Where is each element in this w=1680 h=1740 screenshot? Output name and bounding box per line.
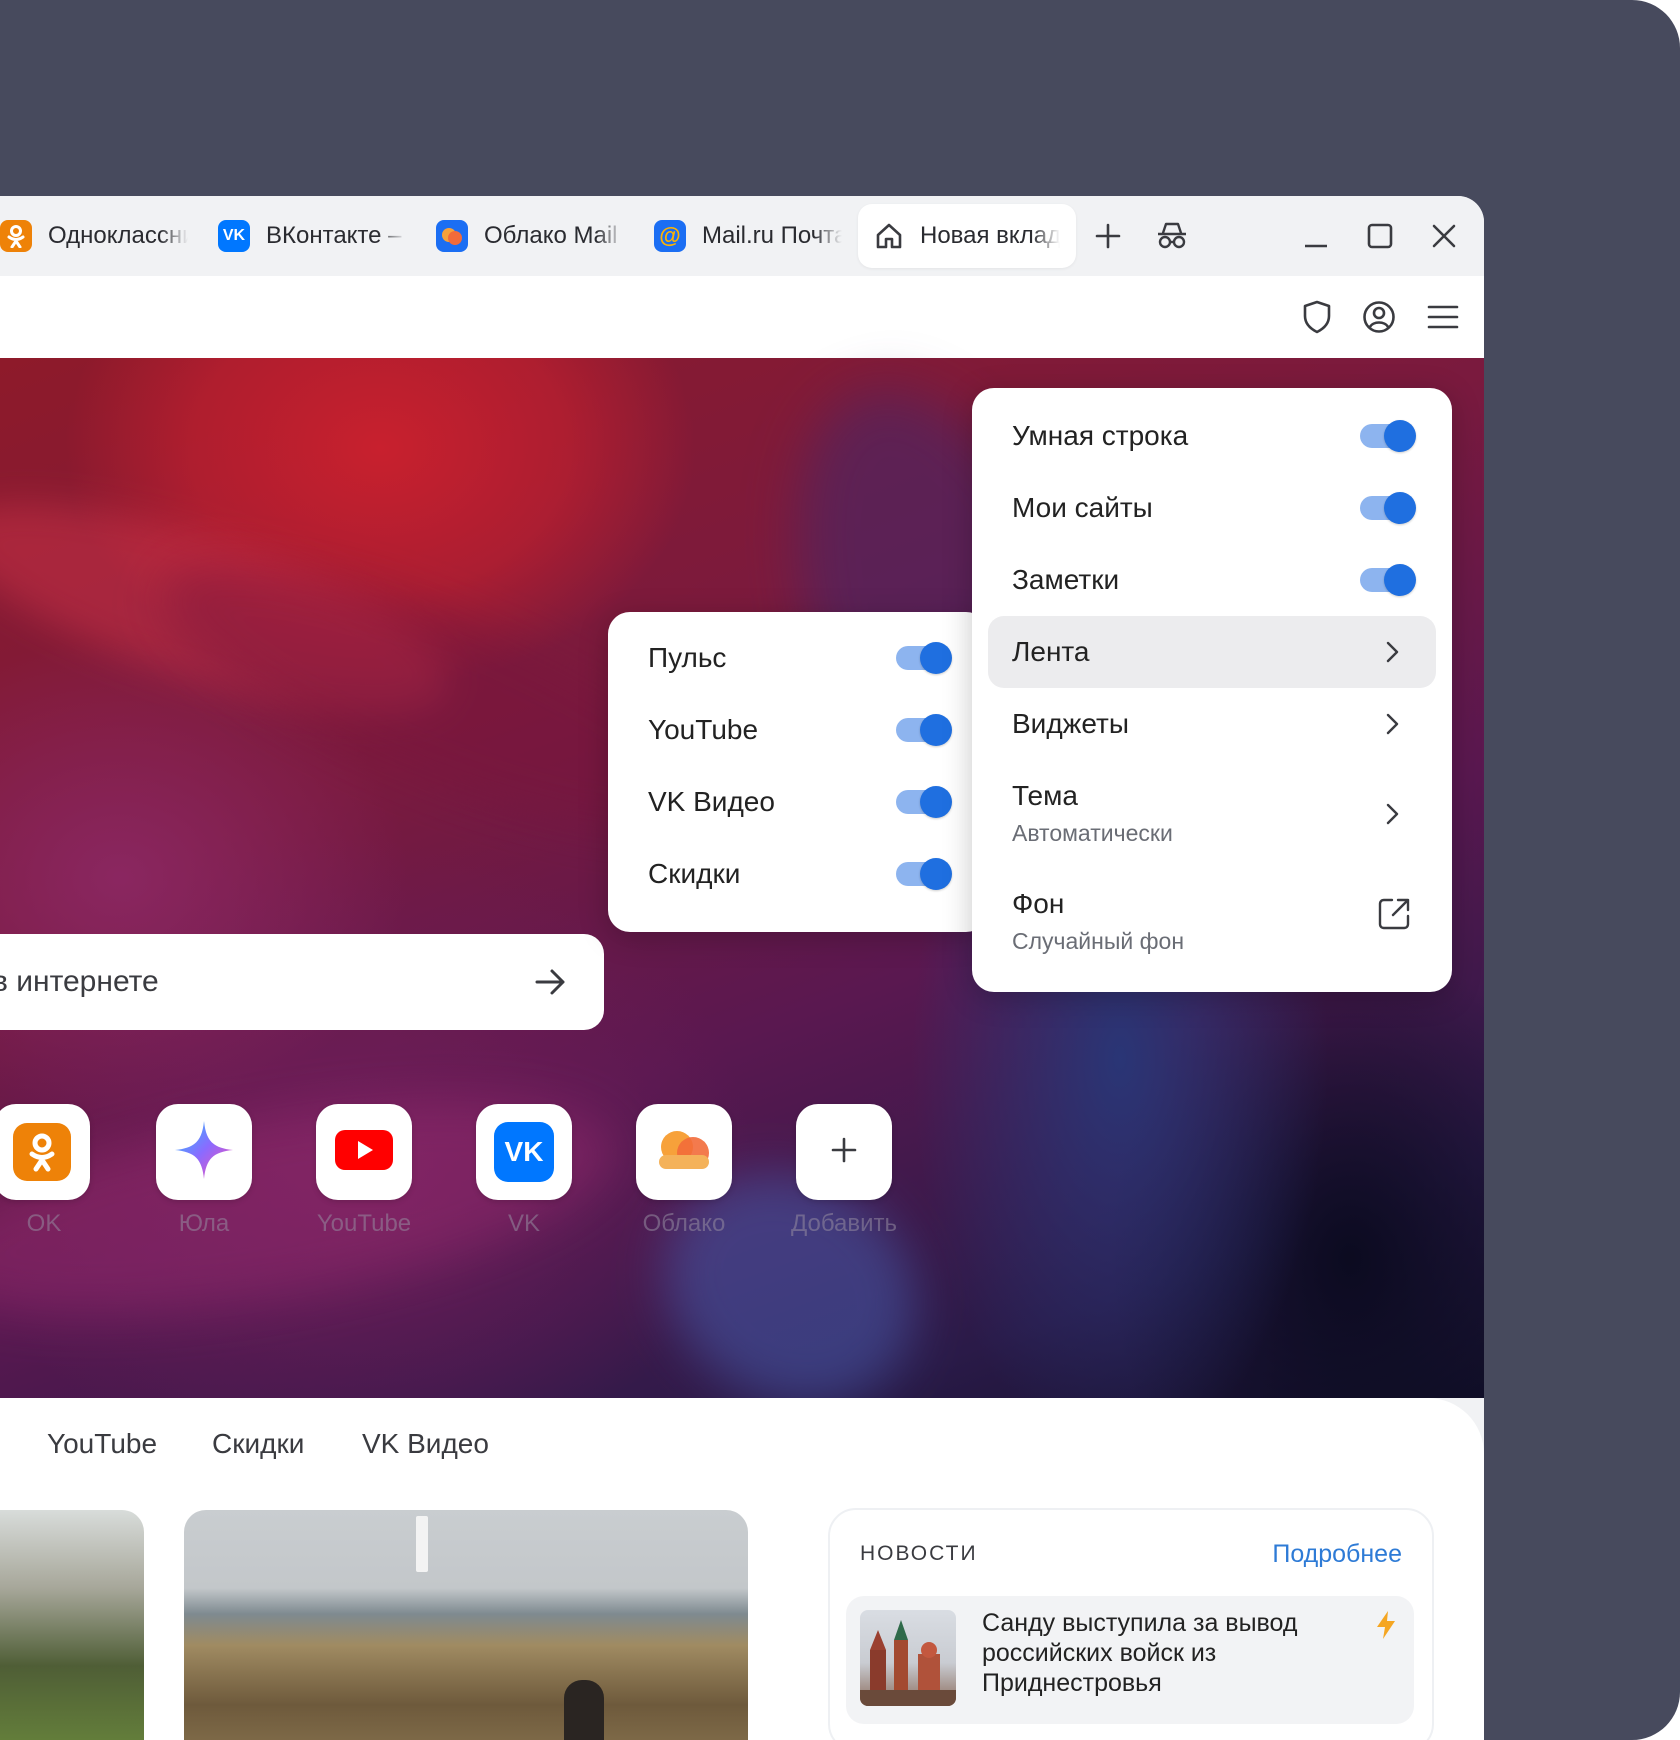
- feed-tab-discounts[interactable]: Скидки: [212, 1428, 304, 1460]
- feed-card-image[interactable]: [0, 1510, 144, 1740]
- menu-icon[interactable]: [1422, 296, 1464, 338]
- youtube-toggle[interactable]: [896, 714, 952, 746]
- menu-item-youtube[interactable]: YouTube: [608, 694, 988, 766]
- cloud-icon: [653, 1125, 715, 1180]
- cloud-icon: [436, 220, 468, 252]
- shortcut-label: OK: [26, 1210, 62, 1237]
- feed-section: YouTube Скидки VK Видео НОВОСТИ Подробне…: [0, 1398, 1484, 1740]
- incognito-icon[interactable]: [1152, 216, 1192, 256]
- news-headline: Санду выступила за вывод российских войс…: [982, 1609, 1298, 1697]
- shortcut-label: YouTube: [316, 1210, 412, 1237]
- tab-odnoklassniki[interactable]: Одноклассники: [0, 204, 188, 268]
- menu-item-smart-bar[interactable]: Умная строка: [972, 400, 1452, 472]
- home-icon: [874, 221, 904, 251]
- news-item[interactable]: Санду выступила за вывод российских войс…: [846, 1596, 1414, 1724]
- smart-bar-toggle[interactable]: [1360, 420, 1416, 452]
- profile-icon[interactable]: [1358, 296, 1400, 338]
- search-input[interactable]: в интернете: [0, 965, 159, 999]
- shortcut-add[interactable]: [796, 1104, 892, 1200]
- feed-tab-vk-video[interactable]: VK Видео: [362, 1428, 489, 1460]
- chevron-right-icon: [1386, 713, 1399, 735]
- settings-menu: Умная строка Мои сайты Заметки Лента Вид…: [972, 388, 1452, 992]
- news-more-link[interactable]: Подробнее: [1272, 1540, 1402, 1569]
- backdrop: Одноклассники VK ВКонтакте – Облако Mail…: [0, 0, 1680, 1740]
- shortcut-label: VK: [507, 1210, 540, 1237]
- new-tab-plus-icon[interactable]: [1088, 216, 1128, 256]
- shield-icon[interactable]: [1296, 296, 1338, 338]
- menu-item-background[interactable]: Фон Случайный фон: [972, 868, 1452, 976]
- shortcut-yula[interactable]: [156, 1104, 252, 1200]
- menu-item-discounts[interactable]: Скидки: [608, 838, 988, 910]
- chevron-right-icon: [1386, 641, 1399, 663]
- external-link-icon: [1378, 898, 1410, 930]
- shortcut-label: Облако: [642, 1210, 726, 1237]
- arrow-right-icon[interactable]: [530, 962, 570, 1002]
- menu-item-vk-video[interactable]: VK Видео: [608, 766, 988, 838]
- vk-video-toggle[interactable]: [896, 786, 952, 818]
- menu-item-notes[interactable]: Заметки: [972, 544, 1452, 616]
- plus-icon: [830, 1136, 858, 1169]
- menu-item-puls[interactable]: Пульс: [608, 622, 988, 694]
- tab-mail[interactable]: @ Mail.ru Почта: [654, 204, 842, 268]
- puls-toggle[interactable]: [896, 642, 952, 674]
- mail-icon: @: [654, 220, 686, 252]
- shortcut-ok[interactable]: [0, 1104, 90, 1200]
- menu-item-feed[interactable]: Лента: [988, 616, 1436, 688]
- toolbar: [0, 276, 1484, 358]
- shortcut-label: Добавить: [790, 1210, 898, 1237]
- maximize-icon[interactable]: [1360, 216, 1400, 256]
- menu-item-my-sites[interactable]: Мои сайты: [972, 472, 1452, 544]
- shortcut-vk[interactable]: VK: [476, 1104, 572, 1200]
- sparkle-icon: [173, 1119, 235, 1186]
- tab-cloud[interactable]: Облако Mail: [436, 204, 624, 268]
- youtube-icon: [335, 1129, 393, 1175]
- discounts-toggle[interactable]: [896, 858, 952, 890]
- tab-bar: Одноклассники VK ВКонтакте – Облако Mail…: [0, 196, 1484, 276]
- menu-item-theme[interactable]: Тема Автоматически: [972, 760, 1452, 868]
- chevron-right-icon: [1386, 803, 1399, 825]
- browser-window: Одноклассники VK ВКонтакте – Облако Mail…: [0, 196, 1484, 1740]
- menu-item-widgets[interactable]: Виджеты: [972, 688, 1452, 760]
- vk-icon: VK: [218, 220, 250, 252]
- tab-vkontakte[interactable]: VK ВКонтакте –: [218, 204, 406, 268]
- news-thumbnail: [860, 1610, 956, 1706]
- news-widget: НОВОСТИ Подробнее Санду выступила за выв…: [828, 1508, 1434, 1740]
- feed-tab-youtube[interactable]: YouTube: [47, 1428, 157, 1460]
- feed-card-image[interactable]: [184, 1510, 748, 1740]
- my-sites-toggle[interactable]: [1360, 492, 1416, 524]
- news-header: НОВОСТИ: [860, 1542, 978, 1565]
- ok-icon: [0, 220, 32, 252]
- shortcut-label: Юла: [178, 1210, 230, 1237]
- close-icon[interactable]: [1424, 216, 1464, 256]
- vk-icon: VK: [494, 1122, 554, 1182]
- minimize-icon[interactable]: [1296, 216, 1336, 256]
- lightning-icon: [1374, 1610, 1398, 1645]
- search-bar[interactable]: в интернете: [0, 934, 604, 1030]
- tab-new-tab[interactable]: Новая вкладка: [858, 204, 1076, 268]
- ok-icon: [13, 1123, 71, 1181]
- shortcut-cloud[interactable]: [636, 1104, 732, 1200]
- shortcut-youtube[interactable]: [316, 1104, 412, 1200]
- feed-submenu: Пульс YouTube VK Видео Скидки: [608, 612, 988, 932]
- notes-toggle[interactable]: [1360, 564, 1416, 596]
